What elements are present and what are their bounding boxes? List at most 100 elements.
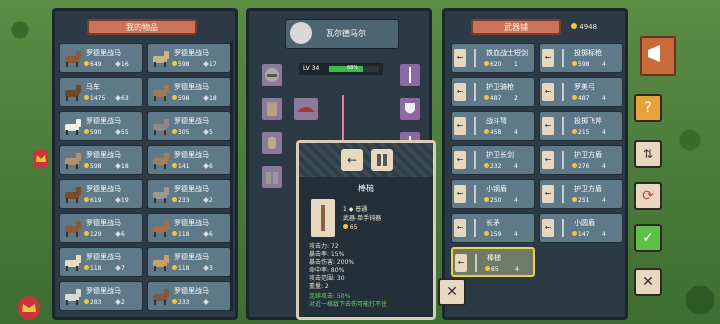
shop-item[interactable]: ← 罗美弓 487 4 (539, 77, 623, 107)
helmet-slot[interactable] (261, 63, 283, 87)
weapon-slot-1[interactable] (399, 63, 421, 87)
inventory-item[interactable]: 罗德里战马 619 19 (59, 179, 143, 209)
shop-item[interactable]: ← 战斗弩 458 4 (451, 111, 535, 141)
inventory-item[interactable]: 罗德里战马 598 17 (147, 43, 231, 73)
arrow-left-icon[interactable]: ← (454, 117, 466, 135)
item-price: 129 (84, 231, 101, 238)
crown-icon (22, 304, 36, 312)
inventory-item[interactable]: 马车 1475 63 (59, 77, 143, 107)
inventory-item[interactable]: 罗德里战马 590 55 (59, 111, 143, 141)
coin-icon (84, 231, 89, 236)
inventory-title: 我的物品 (87, 19, 197, 35)
arrow-left-icon[interactable]: ← (542, 219, 554, 237)
horse-icon (65, 255, 81, 271)
shop-item[interactable]: ← 护卫方盾 251 4 (539, 179, 623, 209)
coin-icon (484, 61, 489, 66)
arrow-left-icon[interactable]: ← (542, 117, 554, 135)
shop-item[interactable]: ← 铁血战士短剑 620 1 (451, 43, 535, 73)
gauntlet-slot[interactable] (261, 131, 283, 155)
detail-count: 1 (343, 206, 347, 213)
body-slot[interactable] (261, 97, 283, 121)
arrow-left-icon[interactable]: ← (542, 49, 554, 67)
item-name: 护卫长剑 (486, 151, 514, 159)
item-qty: 7 (115, 265, 125, 272)
inventory-item[interactable]: 罗德里战马 141 6 (147, 145, 231, 175)
inventory-scrollbar[interactable] (230, 41, 233, 311)
shop-item[interactable]: ← 投掷标枪 598 4 (539, 43, 623, 73)
arrow-left-icon[interactable]: ← (454, 219, 466, 237)
item-qty: 63 (115, 95, 129, 102)
shop-item[interactable]: ← 长矛 159 4 (451, 213, 535, 243)
weapon-icon (474, 83, 476, 101)
shop-title: 武器铺 (471, 19, 561, 35)
inventory-item[interactable]: 罗德里战马 118 7 (59, 247, 143, 277)
item-name: 罗德里战马 (86, 287, 121, 295)
refresh-button[interactable]: ⟳ (634, 182, 662, 210)
shop-item[interactable]: ← 小圆盾 147 4 (539, 213, 623, 243)
inventory-item[interactable]: 罗德里战马 283 2 (59, 281, 143, 311)
item-name: 罗德里战马 (174, 83, 209, 91)
arrow-left-icon[interactable]: ← (455, 254, 467, 272)
item-price: 649 (84, 61, 101, 68)
arrow-left-icon[interactable]: ← (542, 83, 554, 101)
equip-button[interactable] (371, 149, 393, 171)
arrow-left-icon[interactable]: ← (454, 83, 466, 101)
sign-post[interactable] (640, 36, 676, 76)
shop-item[interactable]: ← 投掷飞斧 215 4 (539, 111, 623, 141)
boots-slot[interactable] (261, 165, 283, 189)
item-name: 护卫方盾 (574, 185, 602, 193)
coin-icon (572, 163, 577, 168)
shop-item[interactable]: ← 护卫方盾 276 4 (539, 145, 623, 175)
close-button[interactable]: ✕ (634, 268, 662, 296)
shop-item[interactable]: ← 护卫长剑 232 4 (451, 145, 535, 175)
item-price: 598 (172, 61, 189, 68)
shop-item[interactable]: ← 棒槌 65 4 (451, 247, 535, 277)
avatar (290, 22, 312, 44)
item-qty: 4 (602, 163, 606, 170)
inventory-item[interactable]: 罗德里战马 649 16 (59, 43, 143, 73)
stack-icon (115, 61, 121, 67)
item-name: 罗德里战马 (86, 151, 121, 159)
arrow-left-icon[interactable]: ← (454, 185, 466, 203)
detail-stats: 攻击力: 72 暴击率: 15% 暴击伤害: 200% 命中率: 80% 攻击范围: 3… (309, 243, 354, 291)
stat-line: 重量: 2 (309, 283, 329, 290)
item-price: 65 (485, 266, 499, 273)
coin-icon (484, 95, 489, 100)
item-price: 598 (84, 163, 101, 170)
question-icon: ? (644, 100, 652, 116)
sort-button[interactable]: ⇅ (634, 140, 662, 168)
help-button[interactable]: ? (634, 94, 662, 122)
inventory-item[interactable]: 罗德里战马 305 5 (147, 111, 231, 141)
arrow-left-icon[interactable]: ← (542, 151, 554, 169)
weapon-slot-2[interactable] (399, 97, 421, 121)
mount-slot[interactable] (293, 97, 319, 121)
shop-item[interactable]: ← 小钢盾 250 4 (451, 179, 535, 209)
cancel-button[interactable]: ✕ (438, 278, 466, 306)
horse-icon (65, 289, 81, 305)
inventory-item[interactable]: 罗德里战马 233 (147, 281, 231, 311)
coin-icon (172, 163, 177, 168)
item-qty: 4 (602, 61, 606, 68)
left-badge[interactable] (34, 150, 48, 168)
shop-item[interactable]: ← 护卫骑枪 487 2 (451, 77, 535, 107)
arrow-left-icon[interactable]: ← (542, 185, 554, 203)
inventory-item[interactable]: 罗德里战马 129 6 (59, 213, 143, 243)
item-qty: 19 (115, 197, 129, 204)
shield-icon (405, 103, 415, 114)
item-qty: 18 (115, 163, 129, 170)
arrow-left-icon[interactable]: ← (454, 49, 466, 67)
back-button[interactable]: ← (341, 149, 363, 171)
inventory-item[interactable]: 罗德里战马 118 3 (147, 247, 231, 277)
coin-icon (572, 231, 577, 236)
inventory-item[interactable]: 罗德里战马 233 2 (147, 179, 231, 209)
inventory-item[interactable]: 罗德里战马 598 18 (59, 145, 143, 175)
level-label: LV 34 (303, 65, 320, 72)
item-price: 598 (572, 61, 589, 68)
inventory-item[interactable]: 罗德里战马 118 6 (147, 213, 231, 243)
gold-amount: 4948 (579, 23, 598, 31)
confirm-button[interactable]: ✓ (634, 224, 662, 252)
inventory-item[interactable]: 罗德里战马 598 18 (147, 77, 231, 107)
arrow-left-icon[interactable]: ← (454, 151, 466, 169)
stack-icon (115, 231, 121, 237)
guild-badge[interactable] (18, 296, 40, 320)
